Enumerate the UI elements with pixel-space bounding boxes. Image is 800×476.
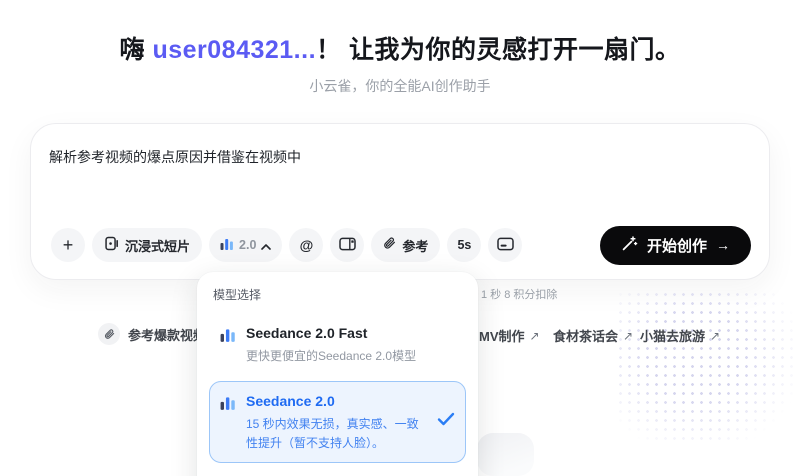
model-menu-title: 模型选择	[209, 286, 466, 313]
model-bars-icon	[220, 237, 234, 253]
suggestion-cat-travel[interactable]: 小猫去旅游 ↗	[640, 326, 720, 345]
caption-button[interactable]	[488, 228, 522, 262]
model-option-seedance-2[interactable]: Seedance 2.0 15 秒内效果无损，真实感、一致性提升（暂不支持人脸）…	[209, 381, 466, 463]
model-version-label: 2.0	[239, 238, 256, 252]
immersive-mode-button[interactable]: 沉浸式短片	[92, 228, 202, 262]
external-arrow-icon: ↗	[710, 329, 720, 343]
start-create-button[interactable]: 开始创作 →	[600, 226, 751, 265]
suggestion-label: 参考爆款视频	[128, 325, 206, 344]
model-select-menu: 模型选择 Seedance 2.0 Fast 更快更便宜的Seedance 2.…	[197, 272, 478, 476]
duration-button[interactable]: 5s	[447, 228, 481, 262]
paperclip-icon	[383, 237, 396, 253]
model-option-name: Seedance 2.0 Fast	[246, 324, 416, 342]
arrow-right-icon: →	[716, 237, 730, 253]
reference-button[interactable]: 参考	[371, 228, 440, 262]
model-option-seedance-1-5[interactable]: Seedance 1.5 音画直出，轻松打造沉浸式短片	[209, 467, 466, 476]
model-bars-icon	[220, 395, 236, 415]
model-option-desc: 更快更便宜的Seedance 2.0模型	[246, 347, 416, 366]
suggestion-label: 食材茶话会	[553, 326, 618, 345]
caption-icon	[497, 237, 514, 254]
greeting-prefix: 嗨	[120, 36, 153, 64]
model-option-name: Seedance 2.0	[246, 392, 425, 410]
paperclip-icon	[98, 323, 120, 345]
prompt-card: 解析参考视频的爆点原因并借鉴在视频中 + 沉浸式短片 2.0 @	[30, 123, 770, 280]
duration-label: 5s	[457, 238, 471, 252]
external-arrow-icon: ↗	[623, 329, 633, 343]
suggestion-mv-making[interactable]: MV制作 ↗	[479, 326, 540, 345]
immersive-mode-label: 沉浸式短片	[125, 236, 190, 255]
aspect-ratio-icon	[339, 237, 356, 254]
username: user084321...	[152, 36, 316, 64]
check-icon	[437, 412, 455, 431]
external-arrow-icon: ↗	[530, 329, 540, 343]
add-attachment-button[interactable]: +	[51, 228, 85, 262]
prompt-toolbar: + 沉浸式短片 2.0 @	[51, 226, 751, 264]
model-option-seedance-2-fast[interactable]: Seedance 2.0 Fast 更快更便宜的Seedance 2.0模型	[209, 313, 466, 377]
prompt-input[interactable]: 解析参考视频的爆点原因并借鉴在视频中	[49, 147, 751, 168]
model-bars-icon	[220, 327, 236, 347]
suggestion-food-tea-party[interactable]: 食材茶话会 ↗	[553, 326, 633, 345]
assistant-subtitle: 小云雀，你的全能AI创作助手	[0, 76, 800, 96]
peeking-card	[477, 433, 534, 476]
greeting-suffix: ！ 让我为你的灵感打开一扇门。	[316, 36, 680, 64]
greeting-heading: 嗨 user084321...！ 让我为你的灵感打开一扇门。	[0, 30, 800, 66]
credit-cost-note: 1 秒 8 积分扣除	[481, 286, 557, 302]
aspect-ratio-button[interactable]	[330, 228, 364, 262]
decorative-dot-grid	[616, 290, 794, 446]
reference-label: 参考	[402, 236, 428, 255]
immersive-video-icon	[104, 236, 119, 254]
suggestion-label: 小猫去旅游	[640, 326, 705, 345]
model-option-desc: 15 秒内效果无损，真实感、一致性提升（暂不支持人脸）。	[246, 415, 425, 452]
magic-wand-icon	[621, 235, 638, 256]
chevron-up-icon	[261, 238, 271, 253]
suggestion-label: MV制作	[479, 326, 525, 345]
at-icon: @	[300, 237, 314, 253]
page: 嗨 user084321...！ 让我为你的灵感打开一扇门。 小云雀，你的全能A…	[0, 0, 800, 476]
start-create-label: 开始创作	[647, 235, 707, 256]
plus-icon: +	[63, 236, 74, 254]
model-selector-button[interactable]: 2.0	[209, 228, 282, 262]
mention-button[interactable]: @	[289, 228, 323, 262]
